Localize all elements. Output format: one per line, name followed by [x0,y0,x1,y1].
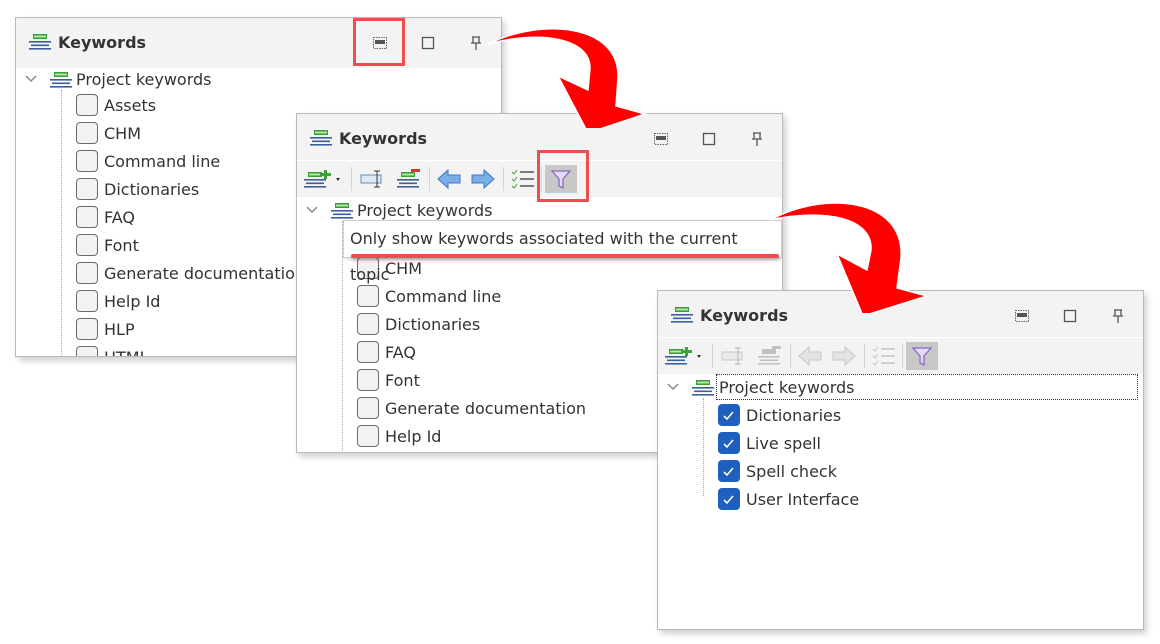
highlight-filter [537,150,589,202]
list-item[interactable]: User Interface [718,486,859,512]
keywords-icon [671,307,693,323]
keywords-icon [310,130,332,146]
check-icon [723,411,734,420]
highlight-minimize [353,18,405,66]
checkbox[interactable] [76,206,98,228]
tree-root[interactable]: Project keywords [716,374,1138,400]
keywords-icon [50,72,72,88]
list-item[interactable]: Assets [76,92,156,118]
checkbox[interactable] [76,234,98,256]
keywords-panel-3: Keywords Project keywords Dictionaries L… [657,290,1144,630]
panel-title: Keywords [339,129,428,148]
rename-button[interactable] [718,342,750,370]
filter-tooltip: Only show keywords associated with the c… [343,220,782,284]
delete-keyword-button[interactable] [754,342,786,370]
checkbox[interactable] [76,178,98,200]
add-keyword-button[interactable] [301,165,347,193]
back-button[interactable] [794,342,826,370]
rename-icon [721,347,743,365]
delete-keyword-button[interactable] [393,165,425,193]
maximize-icon[interactable] [701,131,717,147]
checkbox-checked[interactable] [718,488,740,510]
checklist-icon [872,346,895,366]
list-item[interactable]: Dictionaries [76,176,199,202]
list-item[interactable]: CHM [76,120,141,146]
add-keyword-button[interactable] [662,342,708,370]
list-item[interactable]: Font [76,232,139,258]
panel-titlebar: Keywords [16,18,501,68]
minimize-icon[interactable] [653,131,669,147]
list-item[interactable]: Live spell [718,430,821,456]
checkbox-checked[interactable] [718,432,740,454]
arrow-left-icon [798,345,822,367]
checkbox[interactable] [76,94,98,116]
checkbox-checked[interactable] [718,460,740,482]
maximize-icon[interactable] [420,35,436,51]
check-icon [723,439,734,448]
filter-button[interactable] [906,342,938,370]
maximize-icon[interactable] [1062,308,1078,324]
rename-icon [360,170,382,188]
list-item[interactable]: Dictionaries [357,311,480,337]
keywords-icon [29,34,51,50]
check-list-button[interactable] [868,342,900,370]
minimize-icon[interactable] [1014,308,1030,324]
list-item[interactable]: FAQ [76,204,135,230]
list-item[interactable]: Command line [76,148,220,174]
list-item[interactable]: Generate documentation [357,395,586,421]
list-item[interactable]: Generate documentation [76,260,305,286]
checkbox[interactable] [357,369,379,391]
check-icon [723,467,734,476]
toolbar [658,337,1143,374]
checkbox[interactable] [76,122,98,144]
chevron-down-icon[interactable] [24,72,38,86]
checkbox[interactable] [76,290,98,312]
check-list-button[interactable] [507,165,539,193]
forward-button[interactable] [828,342,860,370]
back-button[interactable] [433,165,465,193]
list-item[interactable]: FAQ [357,339,416,365]
checklist-icon [511,169,534,189]
list-item[interactable]: Help Id [76,288,160,314]
checkbox[interactable] [357,425,379,447]
chevron-down-icon[interactable] [666,380,680,394]
delete-keyword-icon [758,346,781,365]
rename-button[interactable] [357,165,389,193]
checkbox-checked[interactable] [718,404,740,426]
list-item[interactable]: Spell check [718,458,837,484]
add-keyword-icon [304,170,340,188]
curved-arrow-2 [769,202,930,313]
checkbox[interactable] [357,341,379,363]
panel-title: Keywords [58,33,147,52]
check-icon [723,495,734,504]
filter-icon [911,347,933,367]
chevron-down-icon[interactable] [305,203,319,217]
list-item[interactable]: Help Id [357,423,441,449]
checkbox[interactable] [76,262,98,284]
list-item[interactable]: Dictionaries [718,402,841,428]
pin-icon[interactable] [749,131,765,147]
list-item[interactable]: HTML [76,344,149,356]
list-item[interactable]: HLP [76,316,135,342]
arrow-left-icon [437,168,461,190]
add-keyword-icon [665,347,701,365]
keywords-icon [331,203,353,219]
pin-icon[interactable] [1110,308,1126,324]
checkbox[interactable] [76,318,98,340]
arrow-right-icon [832,345,856,367]
checkbox[interactable] [357,397,379,419]
keywords-icon [692,380,714,396]
tooltip-underline [351,254,779,258]
checkbox[interactable] [357,313,379,335]
list-item[interactable]: HLP [357,451,416,452]
checkbox[interactable] [76,346,98,356]
forward-button[interactable] [467,165,499,193]
checkbox[interactable] [76,150,98,172]
list-item[interactable]: Font [357,367,420,393]
curved-arrow-1 [487,28,648,128]
arrow-right-icon [471,168,495,190]
tree-root[interactable]: Project keywords [76,66,212,92]
delete-keyword-icon [397,169,420,188]
